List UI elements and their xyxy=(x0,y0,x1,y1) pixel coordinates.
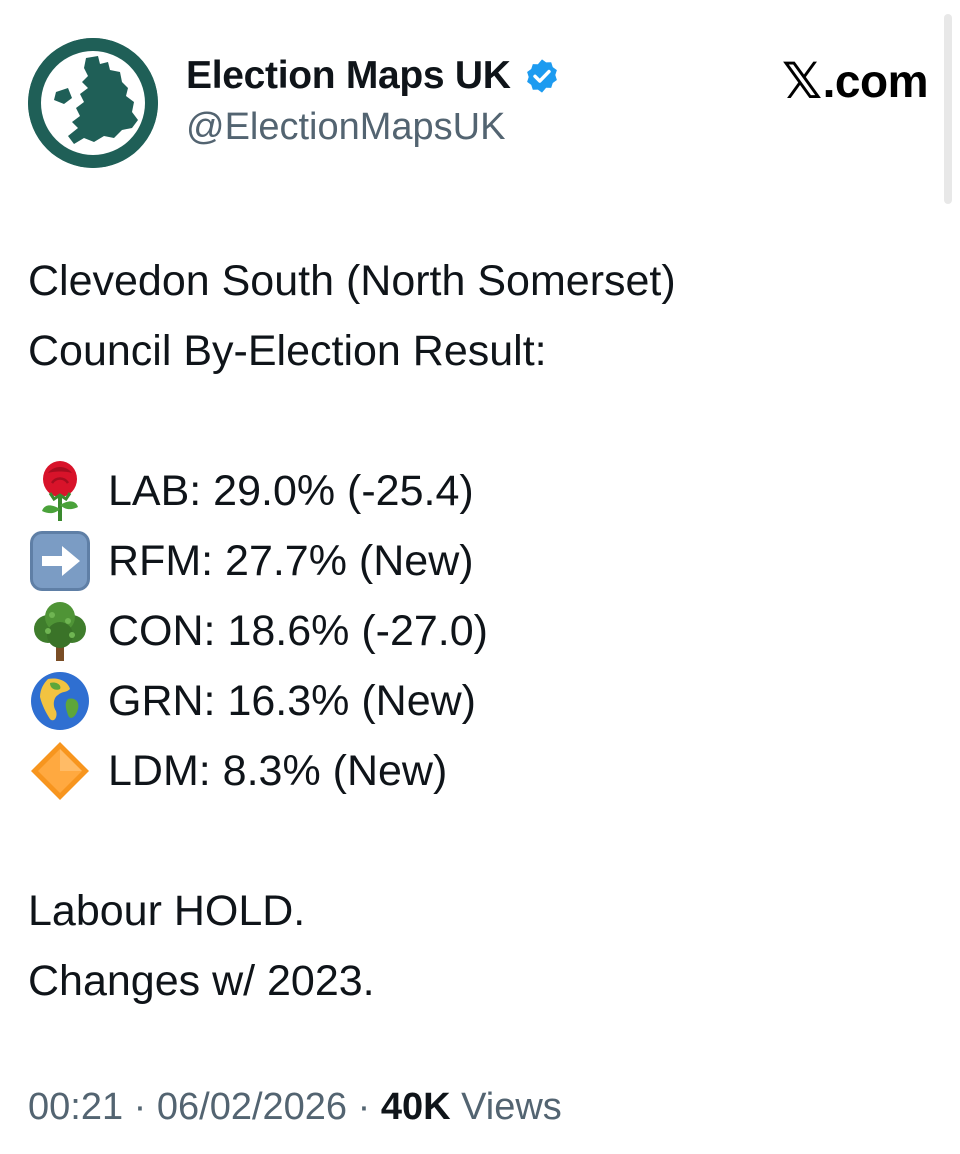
rose-icon xyxy=(28,459,92,523)
tweet-date[interactable]: 06/02/2026 xyxy=(157,1086,347,1128)
result-text-con: CON: 18.6% (-27.0) xyxy=(108,607,488,655)
author-names: Election Maps UK @ElectionMapsUK xyxy=(186,50,561,149)
views-count[interactable]: 40K xyxy=(381,1086,451,1128)
result-text-ldm: LDM: 8.3% (New) xyxy=(108,747,448,795)
brand-suffix: .com xyxy=(822,55,929,107)
result-row-rfm: RFM: 27.7% (New) xyxy=(28,526,932,596)
tweet-time[interactable]: 00:21 xyxy=(28,1086,123,1128)
title-line-2: Council By-Election Result: xyxy=(28,327,547,375)
tweet-meta: 00:21 · 06/02/2026 · 40K Views xyxy=(28,1086,562,1129)
right-arrow-icon xyxy=(28,529,92,593)
tree-icon xyxy=(28,599,92,663)
display-name[interactable]: Election Maps UK xyxy=(186,54,511,98)
tweet-header: Election Maps UK @ElectionMapsUK 𝕏 .com xyxy=(28,38,929,170)
outcome-line-1: Labour HOLD. xyxy=(28,887,306,935)
result-row-con: CON: 18.6% (-27.0) xyxy=(28,596,932,666)
uk-map-logo-icon xyxy=(28,38,158,168)
meta-separator: · xyxy=(133,1086,147,1128)
title-line-1: Clevedon South (North Somerset) xyxy=(28,257,676,305)
result-text-rfm: RFM: 27.7% (New) xyxy=(108,537,474,585)
views-label: Views xyxy=(461,1086,562,1128)
orange-diamond-icon xyxy=(28,739,92,803)
result-text-grn: GRN: 16.3% (New) xyxy=(108,677,476,725)
outcome-line-2: Changes w/ 2023. xyxy=(28,957,375,1005)
tweet-text: Clevedon South (North Somerset) Council … xyxy=(28,246,932,1016)
author-handle[interactable]: @ElectionMapsUK xyxy=(186,106,561,149)
scrollbar[interactable] xyxy=(944,14,952,204)
result-row-ldm: LDM: 8.3% (New) xyxy=(28,736,932,806)
result-text-lab: LAB: 29.0% (-25.4) xyxy=(108,467,474,515)
meta-separator: · xyxy=(357,1086,371,1128)
verified-badge-icon xyxy=(523,57,561,95)
result-row-lab: LAB: 29.0% (-25.4) xyxy=(28,456,932,526)
x-brand-logo: 𝕏 .com xyxy=(781,52,929,110)
globe-icon xyxy=(28,669,92,733)
avatar[interactable] xyxy=(28,38,158,168)
x-logo-icon: 𝕏 xyxy=(781,52,822,110)
result-row-grn: GRN: 16.3% (New) xyxy=(28,666,932,736)
display-name-row: Election Maps UK xyxy=(186,50,561,102)
